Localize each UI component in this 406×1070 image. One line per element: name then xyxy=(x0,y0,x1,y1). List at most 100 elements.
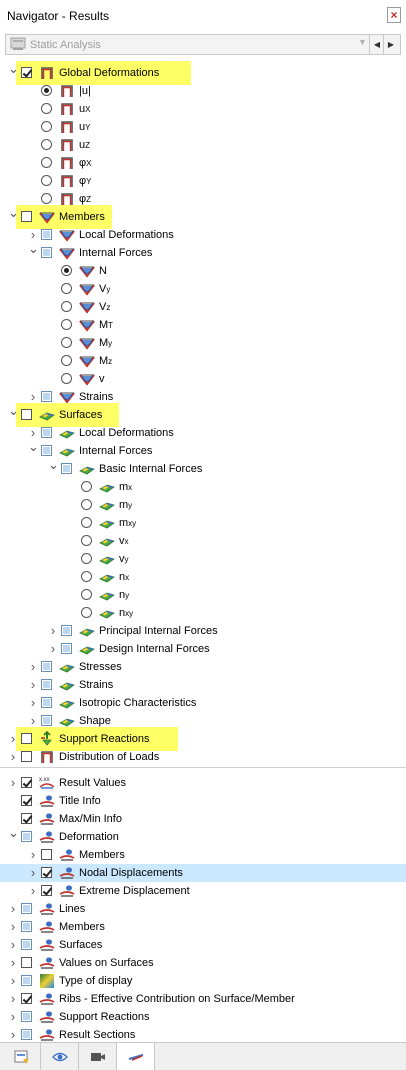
chevron-right-icon[interactable]: › xyxy=(28,884,38,898)
checkbox[interactable] xyxy=(21,813,32,824)
chevron-right-icon[interactable]: › xyxy=(48,642,58,656)
tree-item-global-deformations[interactable]: ⌄ Global Deformations xyxy=(0,61,406,85)
chevron-right-icon[interactable]: › xyxy=(28,848,38,862)
tree-item-members[interactable]: › Members xyxy=(0,918,406,936)
radio-button[interactable] xyxy=(41,139,52,150)
tree-item-isotropic-characteristics[interactable]: › Isotropic Characteristics xyxy=(0,694,406,712)
chevron-down-icon[interactable]: ⌄ xyxy=(8,62,19,76)
chevron-right-icon[interactable]: › xyxy=(8,776,18,790)
data-tab[interactable] xyxy=(3,1043,41,1070)
radio-button[interactable] xyxy=(41,103,52,114)
checkbox[interactable] xyxy=(41,867,52,878)
checkbox[interactable] xyxy=(21,67,32,78)
checkbox[interactable] xyxy=(21,751,32,762)
tree-item-v[interactable]: v xyxy=(0,370,406,388)
checkbox[interactable] xyxy=(21,211,32,222)
chevron-right-icon[interactable]: › xyxy=(28,866,38,880)
tree-item-x[interactable]: φX xyxy=(0,154,406,172)
camera-tab[interactable] xyxy=(79,1043,117,1070)
checkbox[interactable] xyxy=(21,831,32,842)
chevron-right-icon[interactable]: › xyxy=(28,426,38,440)
chevron-right-icon[interactable]: › xyxy=(8,1028,18,1042)
radio-button[interactable] xyxy=(41,175,52,186)
tree-item-result-values[interactable]: › x.xx Result Values xyxy=(0,774,406,792)
tree-item-support-reactions[interactable]: › Support Reactions xyxy=(0,1008,406,1026)
tree-item-vy[interactable]: vy xyxy=(0,550,406,568)
checkbox[interactable] xyxy=(21,939,32,950)
tree-item-nx[interactable]: nx xyxy=(0,568,406,586)
checkbox[interactable] xyxy=(41,661,52,672)
tree-item-vx[interactable]: vx xyxy=(0,532,406,550)
checkbox[interactable] xyxy=(41,697,52,708)
checkbox[interactable] xyxy=(21,993,32,1004)
checkbox[interactable] xyxy=(41,715,52,726)
view-tab[interactable] xyxy=(41,1043,79,1070)
checkbox[interactable] xyxy=(21,903,32,914)
tree-item-type-of-display[interactable]: › Type of display xyxy=(0,972,406,990)
chevron-right-icon[interactable]: › xyxy=(8,750,18,764)
tree-item-uz[interactable]: uZ xyxy=(0,136,406,154)
tree-item-my[interactable]: My xyxy=(0,334,406,352)
tree-item-principal-internal-forces[interactable]: › Principal Internal Forces xyxy=(0,622,406,640)
chevron-right-icon[interactable]: › xyxy=(28,390,38,404)
tree-item-mxy[interactable]: mxy xyxy=(0,514,406,532)
chevron-down-icon[interactable]: ⌄ xyxy=(48,458,59,472)
results-tab[interactable] xyxy=(117,1043,155,1070)
radio-button[interactable] xyxy=(81,481,92,492)
tree-item-mt[interactable]: MT xyxy=(0,316,406,334)
checkbox[interactable] xyxy=(21,975,32,986)
chevron-right-icon[interactable]: › xyxy=(8,920,18,934)
chevron-down-icon[interactable]: ⌄ xyxy=(28,242,39,256)
chevron-right-icon[interactable]: › xyxy=(28,228,38,242)
tree-item-values-on-surfaces[interactable]: › Values on Surfaces xyxy=(0,954,406,972)
chevron-right-icon[interactable]: › xyxy=(8,1010,18,1024)
tree-item-members[interactable]: › Members xyxy=(0,846,406,864)
tree-item-my[interactable]: my xyxy=(0,496,406,514)
checkbox[interactable] xyxy=(41,849,52,860)
checkbox[interactable] xyxy=(21,1011,32,1022)
tree-item-mz[interactable]: Mz xyxy=(0,352,406,370)
checkbox[interactable] xyxy=(41,885,52,896)
tree-item-max-min-info[interactable]: Max/Min Info xyxy=(0,810,406,828)
chevron-right-icon[interactable]: › xyxy=(8,902,18,916)
checkbox[interactable] xyxy=(21,921,32,932)
radio-button[interactable] xyxy=(81,535,92,546)
tree-item-nxy[interactable]: nxy xyxy=(0,604,406,622)
tree-item-ux[interactable]: uX xyxy=(0,100,406,118)
checkbox[interactable] xyxy=(41,247,52,258)
chevron-right-icon[interactable]: › xyxy=(8,938,18,952)
tree-item-local-deformations[interactable]: › Local Deformations xyxy=(0,424,406,442)
checkbox[interactable] xyxy=(41,679,52,690)
tree-item-deformation[interactable]: ⌄ Deformation xyxy=(0,826,406,846)
tree-item-extreme-displacement[interactable]: › Extreme Displacement xyxy=(0,882,406,900)
chevron-right-icon[interactable]: › xyxy=(8,974,18,988)
radio-button[interactable] xyxy=(81,499,92,510)
radio-button[interactable] xyxy=(41,193,52,204)
chevron-down-icon[interactable]: ⌄ xyxy=(28,440,39,454)
radio-button[interactable] xyxy=(41,121,52,132)
tree-item-strains[interactable]: › Strains xyxy=(0,676,406,694)
checkbox[interactable] xyxy=(21,777,32,788)
chevron-right-icon[interactable]: › xyxy=(48,624,58,638)
checkbox[interactable] xyxy=(21,409,32,420)
radio-button[interactable] xyxy=(61,355,72,366)
tree-item-internal-forces[interactable]: ⌄ Internal Forces xyxy=(0,440,406,460)
tree-item-lines[interactable]: › Lines xyxy=(0,900,406,918)
checkbox[interactable] xyxy=(21,795,32,806)
tree-item-members[interactable]: ⌄ Members xyxy=(0,205,406,229)
tree-item-design-internal-forces[interactable]: › Design Internal Forces xyxy=(0,640,406,658)
tree-item-stresses[interactable]: › Stresses xyxy=(0,658,406,676)
radio-button[interactable] xyxy=(41,85,52,96)
radio-button[interactable] xyxy=(81,589,92,600)
chevron-right-icon[interactable]: › xyxy=(28,678,38,692)
chevron-right-icon[interactable]: › xyxy=(28,660,38,674)
chevron-right-icon[interactable]: › xyxy=(8,732,18,746)
checkbox[interactable] xyxy=(41,427,52,438)
tree-item-surfaces[interactable]: › Surfaces xyxy=(0,936,406,954)
checkbox[interactable] xyxy=(61,463,72,474)
checkbox[interactable] xyxy=(61,625,72,636)
tree-item-u[interactable]: |u| xyxy=(0,82,406,100)
tree-item-support-reactions[interactable]: › Support Reactions xyxy=(0,727,406,751)
tree-item-distribution-of-loads[interactable]: › Distribution of Loads xyxy=(0,748,406,766)
chevron-right-icon[interactable]: › xyxy=(8,992,18,1006)
